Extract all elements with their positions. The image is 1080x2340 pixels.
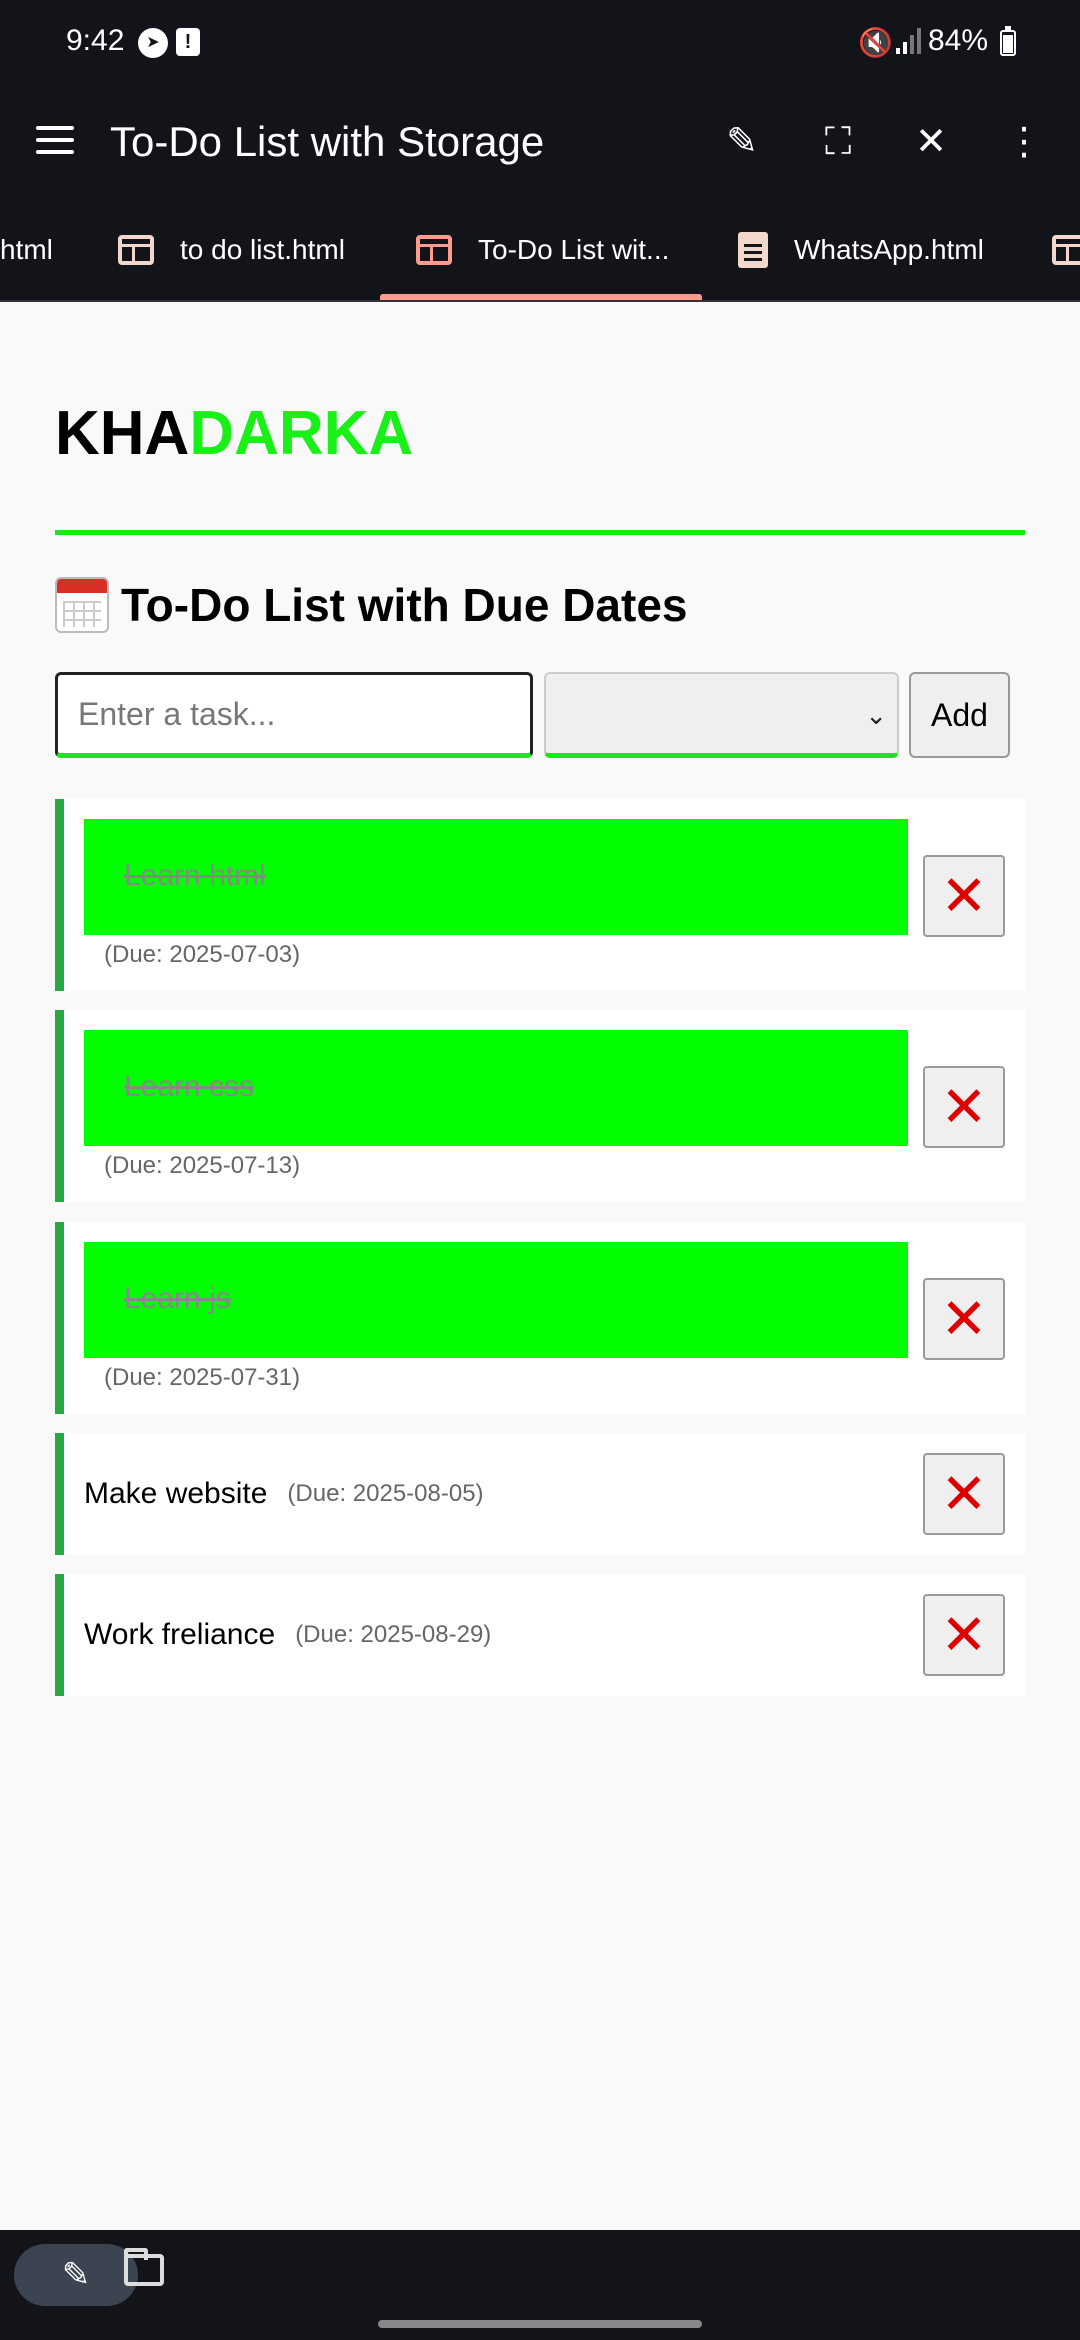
edit-mode-button[interactable]: ✎ [14, 2244, 138, 2306]
task-item: Learn css (Due: 2025-07-13) ✕ [55, 1010, 1025, 1202]
tab-label: To-Do List wit... [478, 234, 670, 265]
web-page-icon [118, 235, 154, 265]
mute-icon: 🔇 [858, 27, 893, 58]
task-name: Learn js [124, 1282, 231, 1315]
tab-label: WhatsApp.html [794, 234, 984, 265]
task-name: Learn css [124, 1070, 255, 1103]
logo: KHADARKA [55, 398, 413, 469]
status-bar: 9:42 ➤ ! 🔇 84% [0, 0, 1080, 88]
battery-percent: 84% [928, 24, 989, 57]
battery-icon [1000, 26, 1016, 56]
add-button[interactable]: Add [909, 672, 1010, 758]
task-input[interactable] [55, 672, 533, 758]
delete-button[interactable]: ✕ [923, 1594, 1005, 1676]
task-item: Make website (Due: 2025-08-05) ✕ [55, 1433, 1025, 1555]
bottom-bar: ✎ [0, 2230, 1080, 2340]
delete-button[interactable]: ✕ [923, 1066, 1005, 1148]
folder-icon[interactable] [124, 2248, 164, 2286]
logo-part1: KHA [55, 399, 190, 468]
tab-label: html [0, 234, 53, 265]
close-icon[interactable]: ✕ [907, 118, 955, 166]
heading-text: To-Do List with Due Dates [121, 579, 688, 631]
page-content: KHADARKA To-Do List with Due Dates ⌄ Add… [0, 302, 1080, 2230]
task-due: (Due: 2025-07-03) [104, 941, 301, 968]
task-due: (Due: 2025-08-05) [287, 1480, 484, 1507]
task-item: Learn html (Due: 2025-07-03) ✕ [55, 799, 1025, 991]
task-name: Work freliance [84, 1618, 276, 1651]
divider [55, 530, 1025, 535]
document-icon [738, 232, 768, 268]
app-title: To-Do List with Storage [110, 118, 545, 165]
app-bar: To-Do List with Storage ✎ ⛶ ✕ ⋮ [0, 88, 1080, 198]
task-name: Learn html [124, 859, 266, 892]
menu-icon[interactable] [36, 126, 74, 154]
tab-label: to do list.html [180, 234, 345, 265]
calendar-icon [55, 577, 109, 633]
task-name: Make website [84, 1477, 268, 1510]
status-time: 9:42 [66, 24, 125, 57]
page-heading: To-Do List with Due Dates [55, 577, 688, 633]
home-indicator[interactable] [378, 2320, 702, 2328]
task-item: Learn js (Due: 2025-07-31) ✕ [55, 1222, 1025, 1414]
delete-button[interactable]: ✕ [923, 1278, 1005, 1360]
tab-to-do-list-storage[interactable]: To-Do List wit... [416, 198, 670, 300]
tab-bar: html to do list.html To-Do List wit... W… [0, 198, 1080, 302]
due-date-select[interactable]: ⌄ [544, 672, 899, 758]
task-due: (Due: 2025-08-29) [295, 1621, 492, 1648]
task-due: (Due: 2025-07-13) [104, 1152, 301, 1179]
delete-button[interactable]: ✕ [923, 1453, 1005, 1535]
telegram-icon: ➤ [138, 28, 168, 58]
alert-icon: ! [176, 28, 200, 56]
tab-html[interactable]: html [0, 198, 53, 300]
task-content[interactable]: Work freliance (Due: 2025-08-29) [84, 1574, 491, 1696]
delete-button[interactable]: ✕ [923, 855, 1005, 937]
logo-part2: DARKA [189, 399, 414, 468]
tab-overflow[interactable] [1052, 198, 1080, 300]
web-page-icon [1052, 235, 1080, 265]
task-due: (Due: 2025-07-31) [104, 1364, 301, 1391]
edit-icon[interactable]: ✎ [718, 118, 766, 166]
web-page-icon [416, 235, 452, 265]
task-content[interactable]: Make website (Due: 2025-08-05) [84, 1433, 484, 1555]
tab-to-do-list[interactable]: to do list.html [118, 198, 345, 300]
signal-icon [896, 28, 921, 54]
task-item: Work freliance (Due: 2025-08-29) ✕ [55, 1574, 1025, 1696]
more-icon[interactable]: ⋮ [1000, 118, 1048, 166]
active-tab-indicator [380, 294, 702, 300]
tab-whatsapp[interactable]: WhatsApp.html [738, 198, 984, 300]
chevron-down-icon: ⌄ [865, 700, 887, 730]
fullscreen-icon[interactable]: ⛶ [814, 118, 862, 166]
